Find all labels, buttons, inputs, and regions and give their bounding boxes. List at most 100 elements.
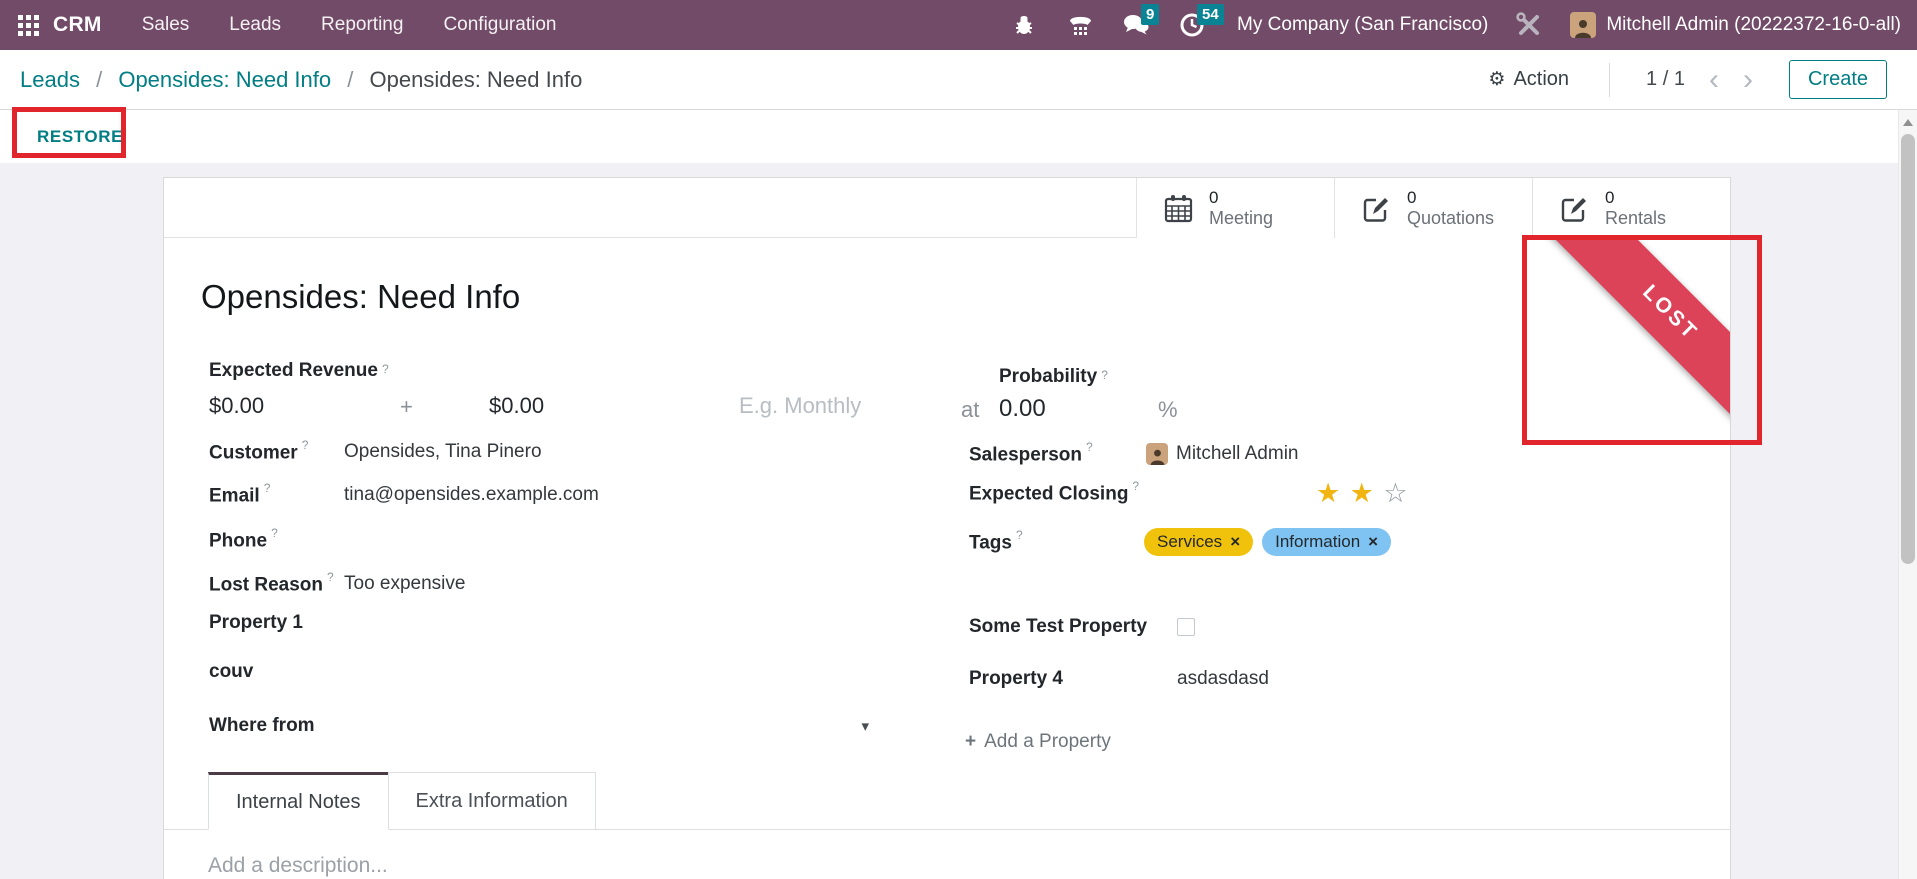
user-avatar[interactable] xyxy=(1570,12,1597,38)
voip-phone-icon[interactable] xyxy=(1065,10,1095,40)
pager-next-icon[interactable]: › xyxy=(1743,64,1753,94)
expected-revenue-label: Expected Revenue xyxy=(209,360,378,381)
apps-grid-icon[interactable] xyxy=(18,14,39,36)
messages-count-badge: 9 xyxy=(1141,4,1160,25)
help-icon[interactable]: ? xyxy=(1101,368,1108,382)
stat-button-bar: 0 Meeting 0 Quotations 0 Rentals xyxy=(164,178,1730,238)
recurring-plan-input[interactable]: E.g. Monthly xyxy=(739,393,861,419)
breadcrumb-leads[interactable]: Leads xyxy=(20,67,80,92)
probability-label-row: Probability? xyxy=(999,366,1108,388)
user-menu[interactable]: Mitchell Admin (20222372-16-0-all) xyxy=(1606,14,1901,36)
customer-input[interactable]: Opensides, Tina Pinero xyxy=(344,441,542,463)
tab-internal-notes[interactable]: Internal Notes xyxy=(208,772,389,830)
nav-menu-reporting[interactable]: Reporting xyxy=(321,14,403,36)
probability-input[interactable]: 0.00 xyxy=(999,395,1046,423)
scroll-up-arrow-icon[interactable] xyxy=(1903,119,1913,126)
plus-sign: + xyxy=(400,394,413,419)
expected-closing-label: Expected Closing? xyxy=(969,479,1140,505)
lead-title[interactable]: Opensides: Need Info xyxy=(201,278,520,316)
breadcrumb-parent-record[interactable]: Opensides: Need Info xyxy=(118,67,331,92)
vertical-scrollbar[interactable] xyxy=(1898,110,1917,879)
rentals-count: 0 xyxy=(1605,188,1615,208)
expected-revenue-input[interactable]: $0.00 xyxy=(209,393,264,419)
form-sheet: 0 Meeting 0 Quotations 0 Rentals LOST Op… xyxy=(163,177,1731,879)
help-icon[interactable]: ? xyxy=(382,362,389,376)
email-input[interactable]: tina@opensides.example.com xyxy=(344,484,599,506)
help-icon[interactable]: ? xyxy=(1016,528,1023,542)
help-icon[interactable]: ? xyxy=(302,438,309,452)
star-empty-icon[interactable]: ☆ xyxy=(1383,478,1407,508)
notebook-tabs: Internal Notes Extra Information xyxy=(164,772,1730,830)
property1-label: Property 1 xyxy=(209,612,303,633)
email-label: Email? xyxy=(209,481,271,507)
customer-row: Customer? Opensides, Tina Pinero xyxy=(209,438,542,464)
scrollbar-thumb[interactable] xyxy=(1901,134,1915,564)
restore-button[interactable]: RESTORE xyxy=(37,127,123,147)
help-icon[interactable]: ? xyxy=(1086,440,1093,454)
tag-services[interactable]: Services × xyxy=(1144,528,1254,556)
quotations-count: 0 xyxy=(1407,188,1417,208)
tab-extra-information[interactable]: Extra Information xyxy=(387,772,596,829)
salesperson-row: Salesperson? Mitchell Admin xyxy=(969,440,1299,466)
help-icon[interactable]: ? xyxy=(264,481,271,495)
action-menu-button[interactable]: ⚙ Action xyxy=(1488,68,1569,91)
where-from-row[interactable]: Where from ▾ xyxy=(209,715,869,737)
tag-label: Services xyxy=(1157,532,1223,551)
expected-revenue-label-row: Expected Revenue? xyxy=(209,360,389,382)
messages-icon[interactable]: 9 xyxy=(1121,4,1160,40)
nav-menu-sales[interactable]: Sales xyxy=(142,14,190,36)
salesperson-input[interactable]: Mitchell Admin xyxy=(1176,443,1299,465)
help-icon[interactable]: ? xyxy=(1132,479,1139,493)
create-button[interactable]: Create xyxy=(1788,60,1887,99)
activities-count-badge: 54 xyxy=(1197,4,1224,25)
tag-remove-icon[interactable]: × xyxy=(1230,532,1240,552)
property4-label: Property 4 xyxy=(969,668,1063,689)
add-property-button[interactable]: + Add a Property xyxy=(965,731,1111,753)
property4-input[interactable]: asdasdasd xyxy=(1177,668,1269,690)
record-pager: 1 / 1 xyxy=(1646,68,1685,90)
breadcrumb-separator: / xyxy=(347,66,354,92)
priority-stars: ★ ★ ☆ xyxy=(1316,478,1408,509)
rentals-stat-button[interactable]: 0 Rentals xyxy=(1532,178,1730,238)
quotations-stat-button[interactable]: 0 Quotations xyxy=(1334,178,1532,238)
nav-menu-leads[interactable]: Leads xyxy=(229,14,281,36)
property1-row: Property 1 xyxy=(209,612,303,634)
help-icon[interactable]: ? xyxy=(271,526,278,540)
dropdown-caret-icon[interactable]: ▾ xyxy=(861,717,869,735)
bug-icon[interactable] xyxy=(1009,10,1039,40)
star-filled-icon[interactable]: ★ xyxy=(1350,478,1374,508)
company-switcher[interactable]: My Company (San Francisco) xyxy=(1237,14,1488,36)
recurring-revenue-input[interactable]: $0.00 xyxy=(489,393,544,419)
some-test-property-row: Some Test Property xyxy=(969,616,1195,638)
crm-lead-form-screen: CRM Sales Leads Reporting Configuration xyxy=(0,0,1917,879)
divider xyxy=(1609,62,1611,97)
meeting-stat-button[interactable]: 0 Meeting xyxy=(1136,178,1334,238)
app-name[interactable]: CRM xyxy=(53,13,102,37)
salesperson-label: Salesperson? xyxy=(969,440,1093,466)
calendar-icon xyxy=(1163,193,1194,224)
breadcrumb-separator: / xyxy=(96,66,103,92)
some-test-property-checkbox[interactable] xyxy=(1177,618,1195,636)
activities-clock-icon[interactable]: 54 xyxy=(1177,4,1224,40)
plus-icon: + xyxy=(965,731,977,752)
lost-reason-label: Lost Reason? xyxy=(209,570,334,596)
pager-previous-icon[interactable]: ‹ xyxy=(1709,64,1719,94)
control-panel-right: ⚙ Action 1 / 1 ‹ › Create xyxy=(1488,60,1887,99)
tag-label: Information xyxy=(1275,532,1361,551)
couv-label: couv xyxy=(209,661,254,682)
description-input[interactable]: Add a description... xyxy=(208,854,388,878)
nav-menu-configuration[interactable]: Configuration xyxy=(443,14,556,36)
expected-closing-row: Expected Closing? ★ ★ ☆ xyxy=(969,478,1408,509)
lost-reason-input[interactable]: Too expensive xyxy=(344,573,465,595)
control-panel: Leads / Opensides: Need Info / Opensides… xyxy=(0,50,1917,110)
top-nav: CRM Sales Leads Reporting Configuration xyxy=(0,0,1917,50)
debug-tools-icon[interactable] xyxy=(1514,10,1544,40)
salesperson-avatar xyxy=(1146,443,1168,466)
tag-remove-icon[interactable]: × xyxy=(1368,532,1378,552)
add-property-label: Add a Property xyxy=(984,731,1111,752)
tag-information[interactable]: Information × xyxy=(1262,528,1392,556)
help-icon[interactable]: ? xyxy=(327,570,334,584)
meeting-count: 0 xyxy=(1209,188,1219,208)
star-filled-icon[interactable]: ★ xyxy=(1316,478,1340,508)
rentals-label: Rentals xyxy=(1605,208,1667,229)
